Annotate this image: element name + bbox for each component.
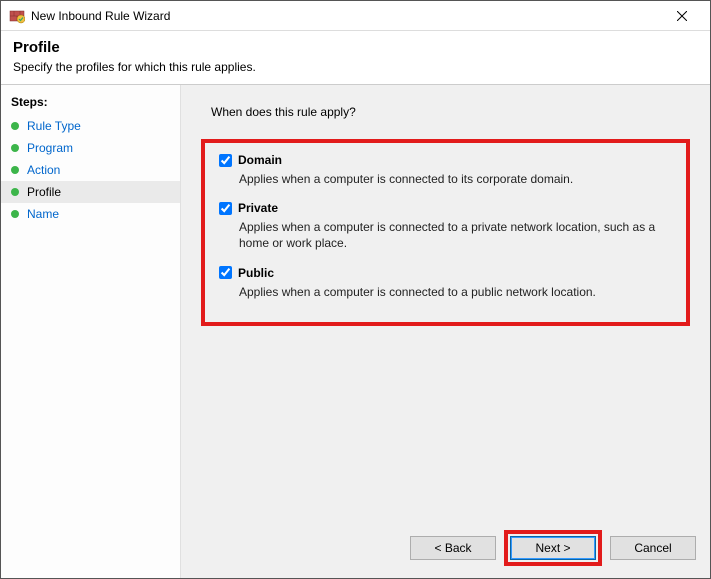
step-bullet-icon: [11, 210, 19, 218]
step-label: Program: [27, 141, 73, 155]
page-title: Profile: [13, 39, 698, 56]
public-label: Public: [238, 266, 274, 280]
wizard-body: Steps: Rule Type Program Action Profile …: [1, 84, 710, 578]
step-rule-type[interactable]: Rule Type: [1, 115, 180, 137]
step-bullet-icon: [11, 122, 19, 130]
profile-options-group: Domain Applies when a computer is connec…: [201, 139, 690, 326]
step-label: Action: [27, 163, 60, 177]
steps-heading: Steps:: [1, 91, 180, 115]
back-button[interactable]: < Back: [410, 536, 496, 560]
domain-description: Applies when a computer is connected to …: [239, 171, 672, 187]
cancel-button[interactable]: Cancel: [610, 536, 696, 560]
question-text: When does this rule apply?: [211, 105, 690, 119]
step-program[interactable]: Program: [1, 137, 180, 159]
domain-checkbox[interactable]: [219, 154, 232, 167]
wizard-header: Profile Specify the profiles for which t…: [1, 31, 710, 84]
step-bullet-icon: [11, 188, 19, 196]
wizard-footer: < Back Next > Cancel: [410, 530, 696, 566]
next-button-highlight: Next >: [504, 530, 602, 566]
option-domain: Domain Applies when a computer is connec…: [219, 153, 672, 187]
option-private: Private Applies when a computer is conne…: [219, 201, 672, 251]
public-checkbox[interactable]: [219, 266, 232, 279]
close-icon: [677, 11, 687, 21]
domain-label: Domain: [238, 153, 282, 167]
window-title: New Inbound Rule Wizard: [31, 9, 170, 23]
firewall-icon: [9, 8, 25, 24]
wizard-window: New Inbound Rule Wizard Profile Specify …: [0, 0, 711, 579]
step-bullet-icon: [11, 166, 19, 174]
private-description: Applies when a computer is connected to …: [239, 219, 672, 251]
page-subtitle: Specify the profiles for which this rule…: [13, 60, 698, 74]
step-name[interactable]: Name: [1, 203, 180, 225]
private-label: Private: [238, 201, 278, 215]
close-button[interactable]: [662, 2, 702, 30]
step-label: Profile: [27, 185, 61, 199]
main-panel: When does this rule apply? Domain Applie…: [181, 85, 710, 578]
step-label: Name: [27, 207, 59, 221]
step-profile[interactable]: Profile: [1, 181, 180, 203]
option-public: Public Applies when a computer is connec…: [219, 266, 672, 300]
steps-sidebar: Steps: Rule Type Program Action Profile …: [1, 85, 181, 578]
next-button[interactable]: Next >: [510, 536, 596, 560]
private-checkbox[interactable]: [219, 202, 232, 215]
titlebar: New Inbound Rule Wizard: [1, 1, 710, 31]
step-label: Rule Type: [27, 119, 81, 133]
public-description: Applies when a computer is connected to …: [239, 284, 672, 300]
step-bullet-icon: [11, 144, 19, 152]
step-action[interactable]: Action: [1, 159, 180, 181]
